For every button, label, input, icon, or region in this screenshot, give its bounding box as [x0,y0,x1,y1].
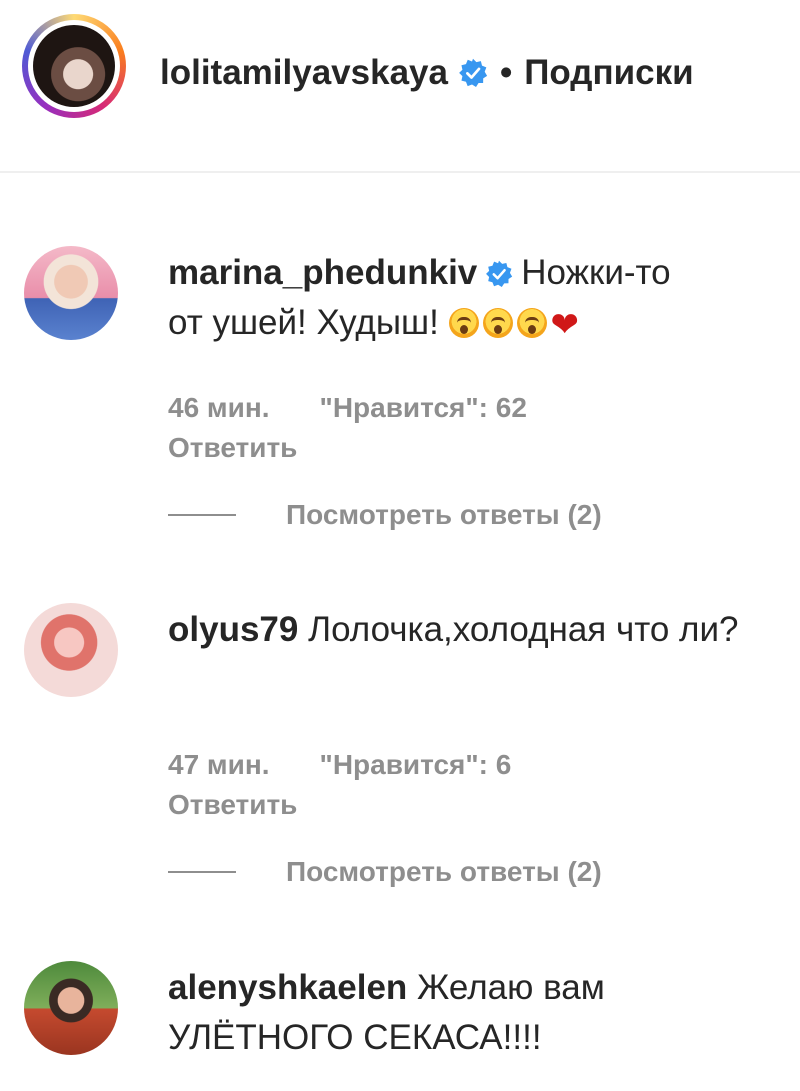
comment-body: alenyshkaelen Желаю вам УЛЁТНОГО СЕКАСА!… [168,963,778,1063]
likes-count-button[interactable]: "Нравится": 6 [320,749,512,780]
reply-button[interactable]: Ответить [168,789,297,821]
comment-text: Лолочка,холодная что ли? [308,610,739,649]
comment-body: olyus79 Лолочка,холодная что ли? [168,605,778,655]
avatar[interactable] [33,25,115,107]
likes-count-button[interactable]: "Нравится": 62 [320,392,527,423]
red-heart-icon: ❤ [550,306,580,344]
verified-badge-icon [459,58,488,87]
avatar[interactable] [24,961,118,1055]
header-line: lolitamilyavskaya • Подписки [160,48,694,98]
astonished-face-icon [482,308,513,338]
avatar[interactable] [24,603,118,697]
view-replies-label: Посмотреть ответы (2) [286,499,602,530]
comment-time[interactable]: 46 мин. [168,392,270,424]
comment-username[interactable]: olyus79 [168,610,298,649]
comment-text: Ножки-то [521,253,671,292]
view-replies-button[interactable]: Посмотреть ответы (2) [168,852,602,892]
comment-username[interactable]: alenyshkaelen [168,968,407,1007]
post-header: lolitamilyavskaya • Подписки [0,0,800,172]
comment-meta: 46 мин. "Нравится": 62 [168,392,527,424]
comment-username[interactable]: marina_phedunkiv [168,253,477,292]
comment-text: от ушей! Худыш! [168,303,439,342]
story-ring[interactable] [22,14,126,118]
header-divider [0,171,800,173]
reply-button[interactable]: Ответить [168,432,297,464]
verified-badge-icon [486,260,513,288]
astonished-face-icon [516,308,547,338]
header-username[interactable]: lolitamilyavskaya [160,53,448,93]
astonished-face-icon [448,308,479,338]
avatar[interactable] [24,246,118,340]
view-replies-label: Посмотреть ответы (2) [286,856,602,887]
follow-status-button[interactable]: Подписки [524,53,693,93]
view-replies-button[interactable]: Посмотреть ответы (2) [168,495,602,535]
replies-divider [168,514,236,516]
replies-divider [168,871,236,873]
comment-meta: 47 мин. "Нравится": 6 [168,749,511,781]
comment-body: marina_phedunkiv Ножки-то от ушей! Худыш… [168,248,778,348]
comment-time[interactable]: 47 мин. [168,749,270,781]
header-separator: • [499,53,513,92]
